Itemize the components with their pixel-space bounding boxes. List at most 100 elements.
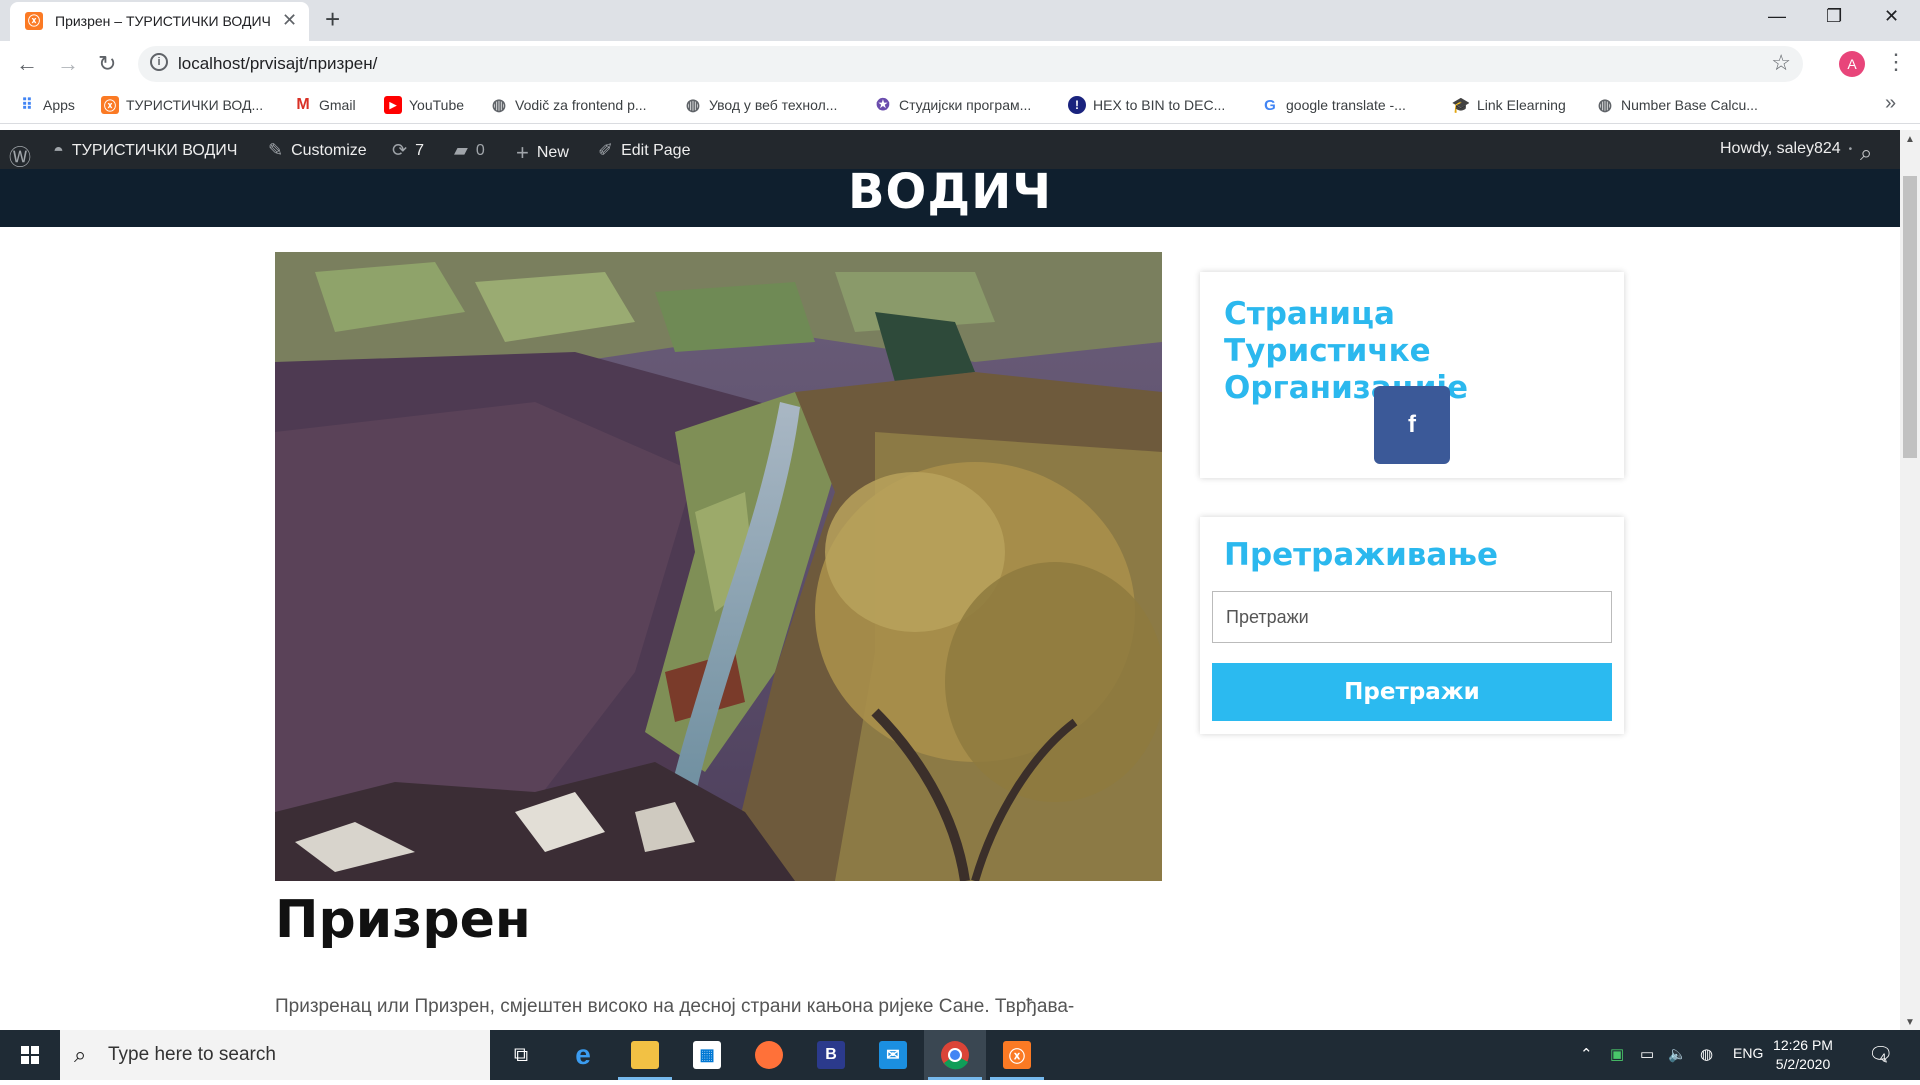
language-indicator[interactable]: ENG (1733, 1045, 1763, 1061)
updates-link[interactable]: ⟳ 7 (392, 140, 424, 161)
address-bar[interactable]: i localhost/prvisajt/призрен/ ☆ (138, 46, 1803, 82)
clock[interactable]: 12:26 PM 5/2/2020 (1763, 1036, 1843, 1074)
bookmark-label: google translate -... (1286, 97, 1406, 113)
updates-icon: ⟳ (392, 140, 408, 160)
tab-strip: ⓧ Призрен – ТУРИСТИЧКИ ВОДИЧ ✕ + — ❐ ✕ (0, 0, 1920, 41)
bookmark-hex[interactable]: ! HEX to BIN to DEC... (1068, 95, 1225, 115)
file-explorer-app[interactable] (614, 1030, 676, 1080)
xampp-app[interactable]: ⓧ (986, 1030, 1048, 1080)
apps-grid-icon: ⠿ (21, 97, 33, 114)
tray-app-icon[interactable]: ▣ (1610, 1045, 1624, 1063)
network-icon[interactable]: ◍ (1700, 1045, 1713, 1063)
b-app-icon: B (817, 1041, 845, 1069)
bookmark-apps[interactable]: ⠿ Apps (18, 95, 75, 115)
globe-icon: ◍ (492, 97, 506, 114)
admin-search[interactable]: ⌕ (1860, 140, 1872, 166)
b-app[interactable]: B (800, 1030, 862, 1080)
globe-icon: ◍ (1598, 97, 1612, 114)
site-name-label: ТУРИСТИЧКИ ВОДИЧ (71, 141, 238, 159)
scroll-up-icon[interactable]: ▲ (1905, 134, 1915, 145)
tray-overflow-icon[interactable]: ⌃ (1580, 1045, 1593, 1063)
bookmark-uvod[interactable]: ◍ Увод у веб технол... (684, 95, 837, 115)
bookmark-studijski[interactable]: ✪ Студијски програм... (874, 95, 1031, 115)
chrome-app[interactable] (924, 1030, 986, 1080)
bookmark-numberbase[interactable]: ◍ Number Base Calcu... (1596, 95, 1758, 115)
bookmark-label: Vodič za frontend p... (515, 97, 647, 113)
bookmark-turisticki[interactable]: ⓧ ТУРИСТИЧКИ ВОД... (101, 95, 263, 115)
xampp-favicon-icon: ⓧ (25, 12, 43, 30)
comments-count: 0 (475, 141, 485, 159)
task-view-icon: ⧉ (513, 1043, 529, 1066)
tab-close-icon[interactable]: ✕ (282, 10, 297, 31)
firefox-icon (755, 1041, 783, 1069)
edge-app[interactable]: e (552, 1030, 614, 1080)
wp-logo-menu[interactable]: Ⓦ (9, 140, 31, 172)
bookmark-translate[interactable]: G google translate -... (1261, 95, 1406, 115)
new-content-menu[interactable]: + New (516, 140, 569, 166)
forward-icon[interactable]: → (57, 51, 79, 77)
gmail-icon: M (296, 96, 310, 113)
xampp-icon: ⓧ (1003, 1041, 1031, 1069)
mail-app[interactable]: ✉ (862, 1030, 924, 1080)
xampp-icon: ⓧ (101, 96, 119, 114)
store-app[interactable]: ▦ (676, 1030, 738, 1080)
search-input[interactable]: Претражи (1212, 591, 1612, 643)
bookmark-elearning[interactable]: 🎓 Link Elearning (1452, 95, 1566, 115)
mail-icon: ✉ (879, 1041, 907, 1069)
new-tab-button[interactable]: + (325, 4, 340, 35)
volume-icon[interactable]: 🔈 (1668, 1045, 1687, 1063)
university-icon: ✪ (876, 97, 890, 114)
search-button[interactable]: Претражи (1212, 663, 1612, 721)
clock-time: 12:26 PM (1773, 1037, 1833, 1053)
bookmark-youtube[interactable]: ▶ YouTube (384, 95, 464, 115)
folder-icon (631, 1041, 659, 1069)
facebook-button[interactable]: f (1374, 386, 1450, 464)
chrome-icon (941, 1041, 969, 1070)
comments-link[interactable]: ▰ 0 (454, 140, 485, 161)
clock-date: 5/2/2020 (1775, 1056, 1831, 1072)
account-menu[interactable]: Howdy, saley824 • (1720, 140, 1852, 158)
reload-icon[interactable]: ↻ (98, 51, 116, 77)
taskbar-search[interactable]: ⌕ Type here to search (60, 1030, 490, 1080)
site-title[interactable]: ВОДИЧ (0, 168, 1900, 216)
bookmark-gmail[interactable]: M Gmail (294, 95, 355, 115)
notification-count: 4 (1880, 1052, 1887, 1064)
facebook-icon: f (1408, 411, 1416, 438)
globe-icon: ◍ (686, 97, 700, 114)
comment-icon: ▰ (454, 140, 468, 160)
bookmarks-overflow-icon[interactable]: » (1885, 92, 1896, 115)
edit-page-link[interactable]: ✐ Edit Page (598, 140, 690, 161)
minimize-icon[interactable]: — (1768, 6, 1786, 27)
profile-avatar[interactable]: A (1839, 51, 1865, 77)
browser-tab[interactable]: ⓧ Призрен – ТУРИСТИЧКИ ВОДИЧ ✕ (10, 2, 309, 41)
bookmark-star-icon[interactable]: ☆ (1771, 50, 1791, 76)
notifications-button[interactable]: 🗨 4 (1868, 1042, 1893, 1067)
window-close-icon[interactable]: ✕ (1884, 6, 1899, 27)
bookmark-label: YouTube (409, 97, 465, 113)
dot-icon: • (1848, 143, 1853, 155)
site-info-icon[interactable]: i (150, 53, 168, 71)
tab-title: Призрен – ТУРИСТИЧКИ ВОДИЧ (55, 13, 271, 29)
customize-link[interactable]: ✎ Customize (268, 140, 367, 161)
hex-icon: ! (1068, 96, 1086, 114)
firefox-app[interactable] (738, 1030, 800, 1080)
restore-icon[interactable]: ❐ (1826, 6, 1842, 27)
back-icon[interactable]: ← (16, 51, 38, 77)
search-widget: Претраживање Претражи Претражи (1200, 517, 1624, 734)
battery-icon[interactable]: ▭ (1640, 1045, 1654, 1063)
bookmark-label: Apps (43, 97, 75, 113)
scroll-down-icon[interactable]: ▼ (1905, 1017, 1915, 1028)
browser-menu-icon[interactable]: ⋮ (1885, 49, 1907, 75)
wordpress-icon: Ⓦ (9, 145, 32, 170)
howdy-label: Howdy, saley824 (1720, 140, 1841, 157)
start-button[interactable] (0, 1030, 60, 1080)
bookmark-label: ТУРИСТИЧКИ ВОД... (126, 97, 264, 113)
site-name-menu[interactable]: ◓ ТУРИСТИЧКИ ВОДИЧ (53, 140, 237, 161)
page-scrollbar[interactable]: ▲ ▼ (1900, 130, 1920, 1030)
new-label: New (536, 144, 569, 161)
url-text[interactable]: localhost/prvisajt/призрен/ (178, 54, 377, 74)
bookmark-vodic[interactable]: ◍ Vodič za frontend p... (490, 95, 647, 115)
scrollbar-thumb[interactable] (1903, 176, 1917, 458)
search-icon: ⌕ (74, 1042, 87, 1067)
task-view-button[interactable]: ⧉ (490, 1030, 552, 1080)
